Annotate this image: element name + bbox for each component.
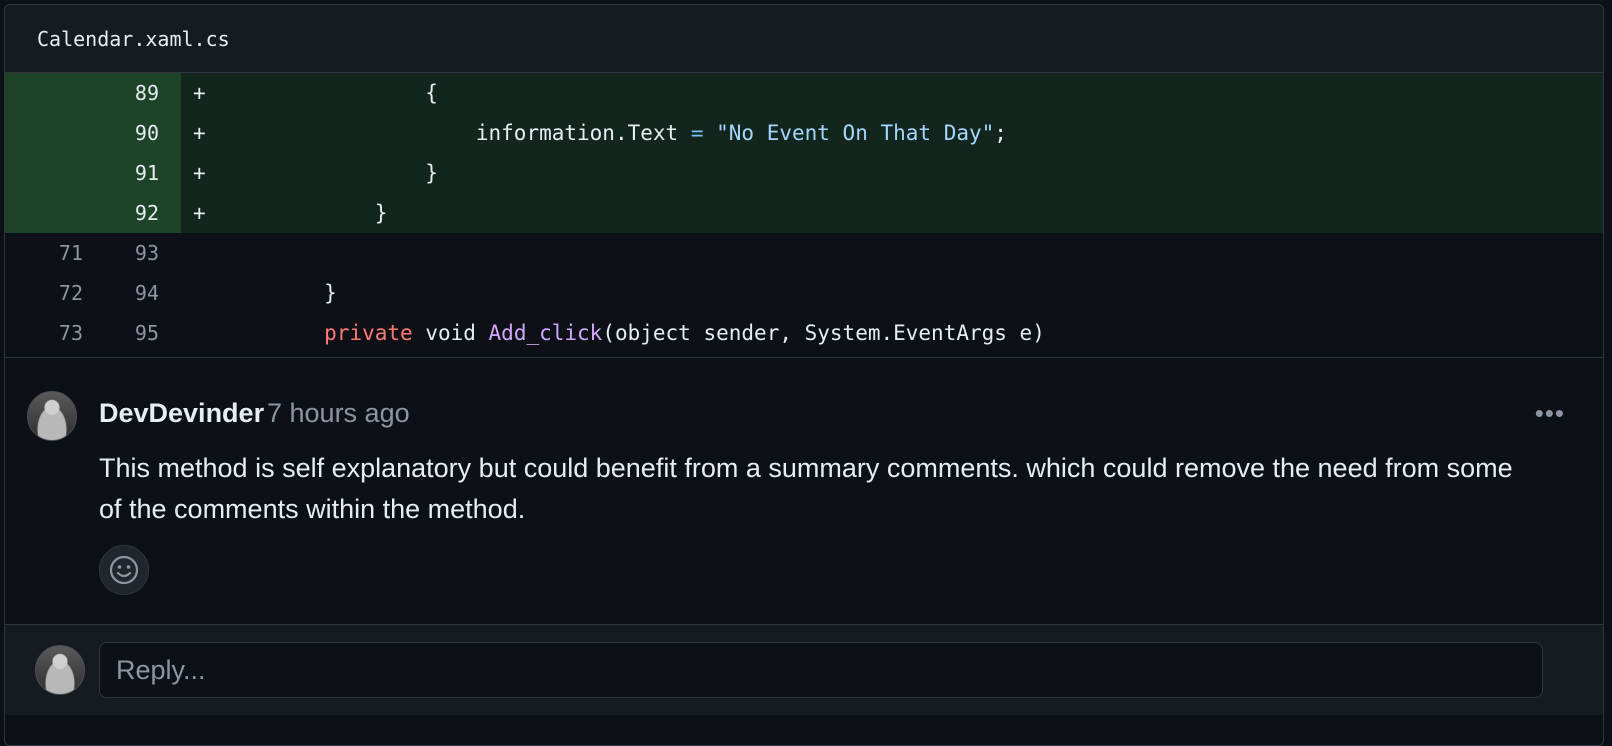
diff-row-context: 71 93 [5, 233, 1603, 273]
new-line-number[interactable]: 95 [85, 313, 181, 353]
file-header: Calendar.xaml.cs [5, 5, 1603, 73]
code-token: (object sender, System.EventArgs e) [602, 321, 1045, 345]
diff-table: 89 + {90 + information.Text = "No Event On… [5, 73, 1603, 353]
add-reaction-button[interactable] [99, 545, 149, 595]
old-line-number[interactable] [5, 113, 85, 153]
comment-thread: DevDevinder 7 hours ago ••• This method … [5, 357, 1603, 715]
code-token: } [425, 161, 438, 185]
diff-marker: + [193, 81, 206, 105]
code-line: private void Add_click(object sender, Sy… [223, 321, 1045, 345]
old-line-number[interactable] [5, 73, 85, 113]
code-token: } [374, 201, 388, 225]
review-comment: DevDevinder 7 hours ago ••• This method … [5, 358, 1603, 625]
new-line-number[interactable]: 89 [85, 73, 181, 113]
old-line-number[interactable] [5, 193, 85, 233]
code-token: } [324, 281, 337, 305]
old-line-number[interactable]: 72 [5, 273, 85, 313]
diff-comment-panel: Calendar.xaml.cs 89 + {90 + information.Te… [4, 4, 1604, 746]
code-line: } [223, 281, 337, 305]
comment-timestamp[interactable]: 7 hours ago [267, 398, 410, 429]
code-line: information.Text = "No Event On That Day… [223, 121, 1007, 145]
diff-marker: + [193, 121, 206, 145]
diff-row-context: 73 95 private void Add_click(object sende… [5, 313, 1603, 353]
file-name[interactable]: Calendar.xaml.cs [37, 27, 230, 51]
author-avatar[interactable] [27, 391, 77, 441]
old-line-number[interactable]: 73 [5, 313, 85, 353]
code-token: { [425, 81, 438, 105]
diff-row-added: 91 + } [5, 153, 1603, 193]
kebab-menu-icon[interactable]: ••• [1535, 398, 1565, 429]
old-line-number[interactable]: 71 [5, 233, 85, 273]
code-token: private [324, 321, 413, 345]
code-token: information.Text [475, 121, 691, 145]
code-token: Add_click [488, 321, 603, 345]
code-token: ; [994, 121, 1007, 145]
new-line-number[interactable]: 91 [85, 153, 181, 193]
reply-input[interactable] [99, 642, 1543, 698]
diff-row-added: 90 + information.Text = "No Event On That… [5, 113, 1603, 153]
new-line-number[interactable]: 90 [85, 113, 181, 153]
code-token: = [690, 121, 704, 145]
code-line: { [223, 81, 438, 105]
diff-marker: + [193, 161, 206, 185]
comment-author[interactable]: DevDevinder [99, 398, 264, 429]
diff-row-added: 92 + } [5, 193, 1603, 233]
reply-bar [5, 625, 1603, 715]
old-line-number[interactable] [5, 153, 85, 193]
code-line: } [223, 201, 388, 225]
code-line: } [223, 161, 438, 185]
diff-row-added: 89 + { [5, 73, 1603, 113]
code-token: void [412, 321, 489, 345]
diff-marker: + [193, 201, 206, 225]
smiley-icon [109, 555, 139, 585]
diff-row-context: 72 94 } [5, 273, 1603, 313]
code-token: "No Event On That Day" [716, 121, 995, 145]
new-line-number[interactable]: 94 [85, 273, 181, 313]
new-line-number[interactable]: 93 [85, 233, 181, 273]
new-line-number[interactable]: 92 [85, 193, 181, 233]
comment-body: This method is self explanatory but coul… [99, 453, 1513, 524]
current-user-avatar [35, 645, 85, 695]
